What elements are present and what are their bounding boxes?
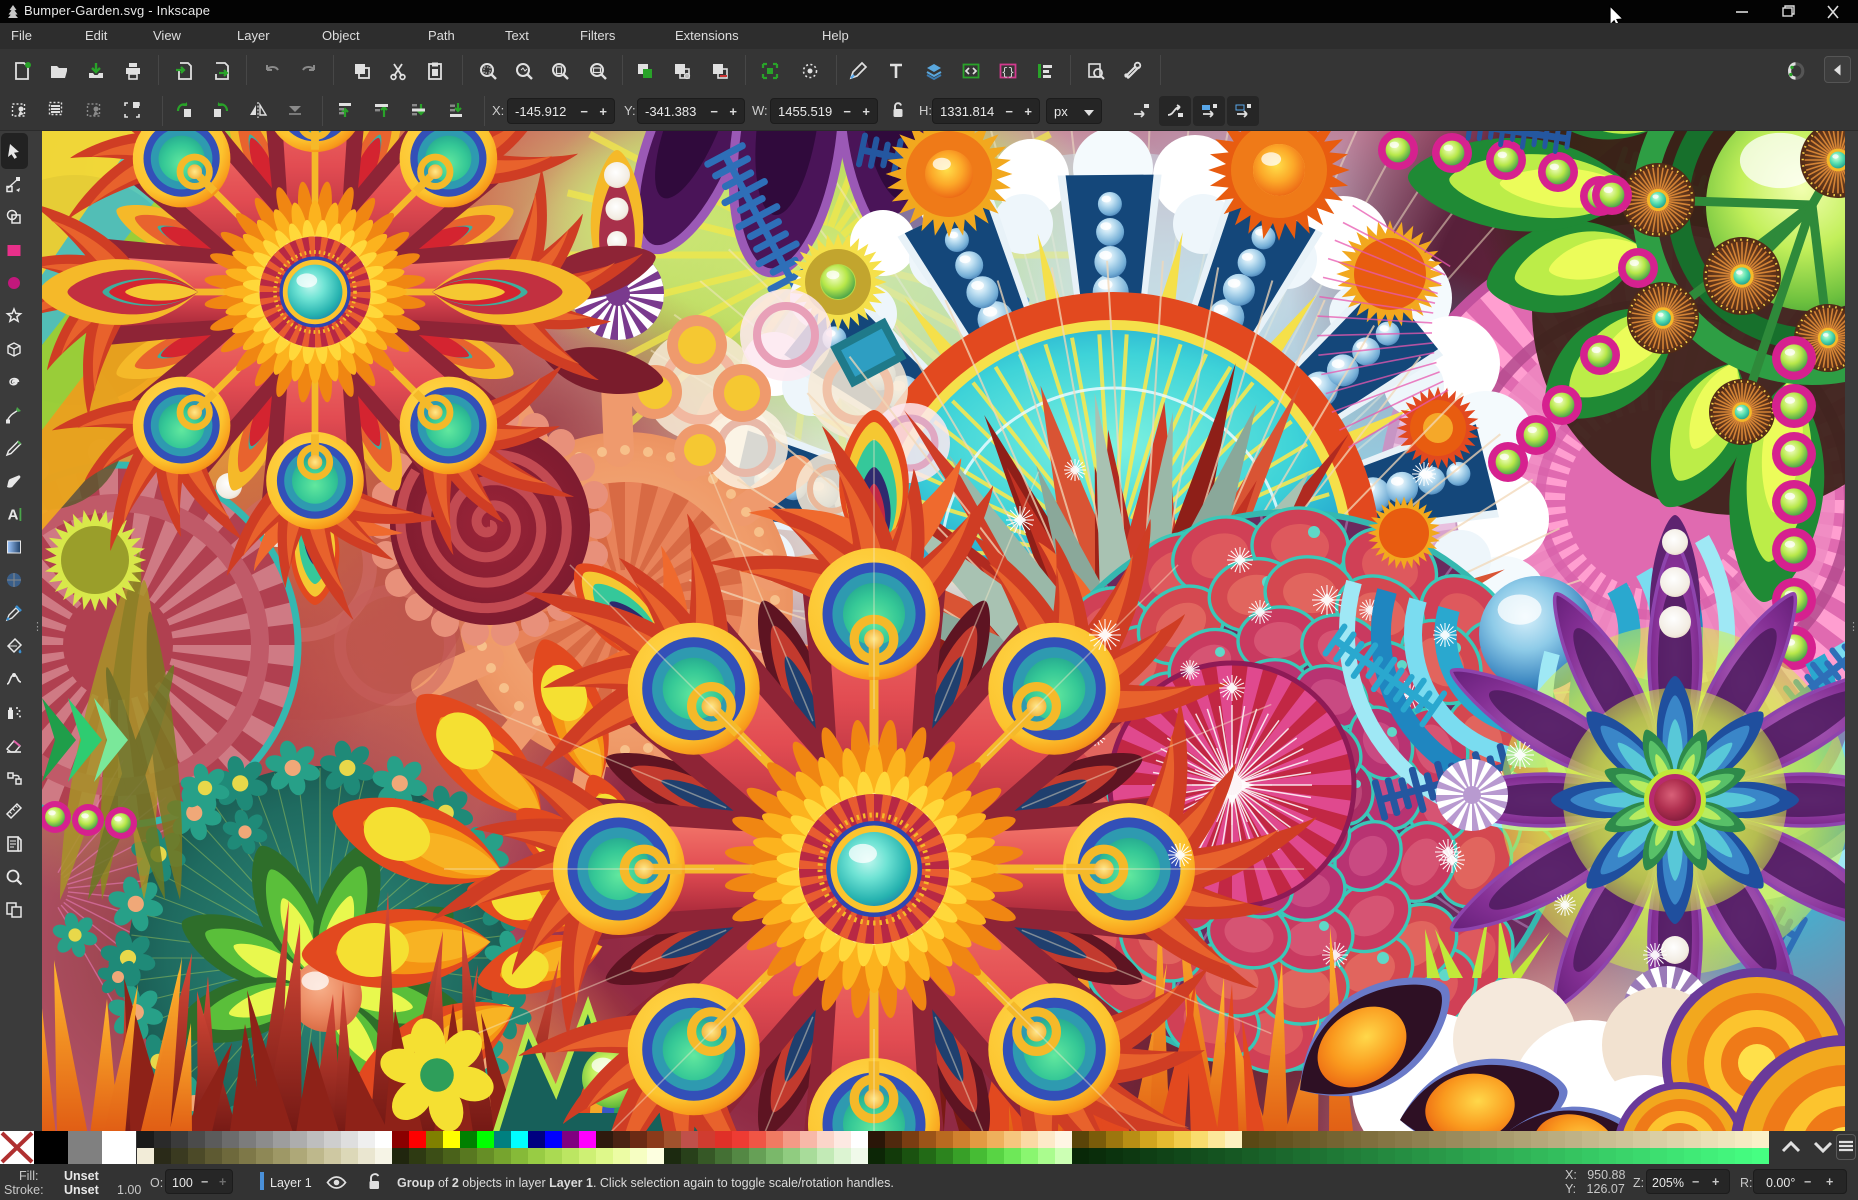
svg-text:A: A	[8, 507, 19, 524]
svg-text:{}: {}	[1001, 67, 1014, 79]
